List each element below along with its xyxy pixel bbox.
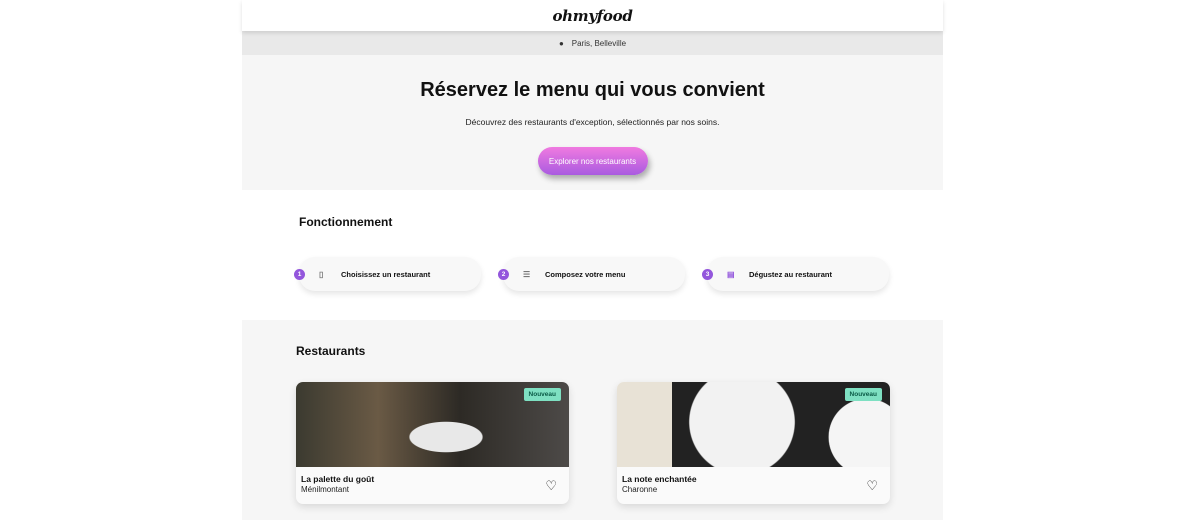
step-label: Choisissez un restaurant bbox=[341, 269, 431, 279]
restaurant-card[interactable]: Nouveau La note enchantée Charonne ♡ bbox=[617, 382, 890, 504]
step-enjoy: 3 ▤ Dégustez au restaurant bbox=[702, 257, 889, 291]
heart-icon[interactable]: ♡ bbox=[866, 478, 878, 494]
new-badge: Nouveau bbox=[844, 388, 882, 401]
step-label: Dégustez au restaurant bbox=[749, 269, 832, 279]
new-badge: Nouveau bbox=[523, 388, 561, 401]
header: ohmyfood bbox=[242, 0, 943, 31]
phone-icon: ▯ bbox=[319, 269, 324, 279]
hero-subtitle: Découvrez des restaurants d'exception, s… bbox=[465, 117, 720, 127]
step-number: 2 bbox=[498, 269, 509, 280]
explore-restaurants-button[interactable]: Explorer nos restaurants bbox=[537, 147, 648, 175]
location-text: Paris, Belleville bbox=[571, 38, 627, 48]
section-title: Fonctionnement bbox=[299, 215, 393, 229]
heart-icon[interactable]: ♡ bbox=[545, 478, 557, 494]
step-number: 3 bbox=[702, 269, 713, 280]
step-number: 1 bbox=[294, 269, 305, 280]
restaurant-area: Ménilmontant bbox=[301, 485, 350, 494]
location-bar: ● Paris, Belleville bbox=[242, 31, 943, 55]
restaurant-area: Charonne bbox=[622, 485, 658, 494]
section-title: Restaurants bbox=[296, 344, 366, 358]
store-icon: ▤ bbox=[727, 269, 735, 279]
restaurant-card[interactable]: Nouveau La palette du goût Ménilmontant ♡ bbox=[296, 382, 569, 504]
page: ohmyfood ● Paris, Belleville Réservez le … bbox=[242, 0, 943, 520]
step-compose: 2 ☰ Composez votre menu bbox=[498, 257, 685, 291]
list-icon: ☰ bbox=[523, 269, 531, 279]
restaurants-section: Restaurants Nouveau La palette du goût Mén… bbox=[242, 320, 943, 520]
restaurant-name: La palette du goût bbox=[301, 474, 375, 484]
step-choose: 1 ▯ Choisissez un restaurant bbox=[294, 257, 481, 291]
logo[interactable]: ohmyfood bbox=[552, 7, 632, 25]
hero: Réservez le menu qui vous convient Décou… bbox=[242, 55, 943, 190]
step-label: Composez votre menu bbox=[545, 269, 626, 279]
hero-title: Réservez le menu qui vous convient bbox=[420, 79, 765, 101]
map-pin-icon: ● bbox=[558, 38, 564, 48]
how-it-works-section: Fonctionnement 1 ▯ Choisissez un restauran… bbox=[242, 190, 943, 320]
restaurant-name: La note enchantée bbox=[622, 474, 697, 484]
